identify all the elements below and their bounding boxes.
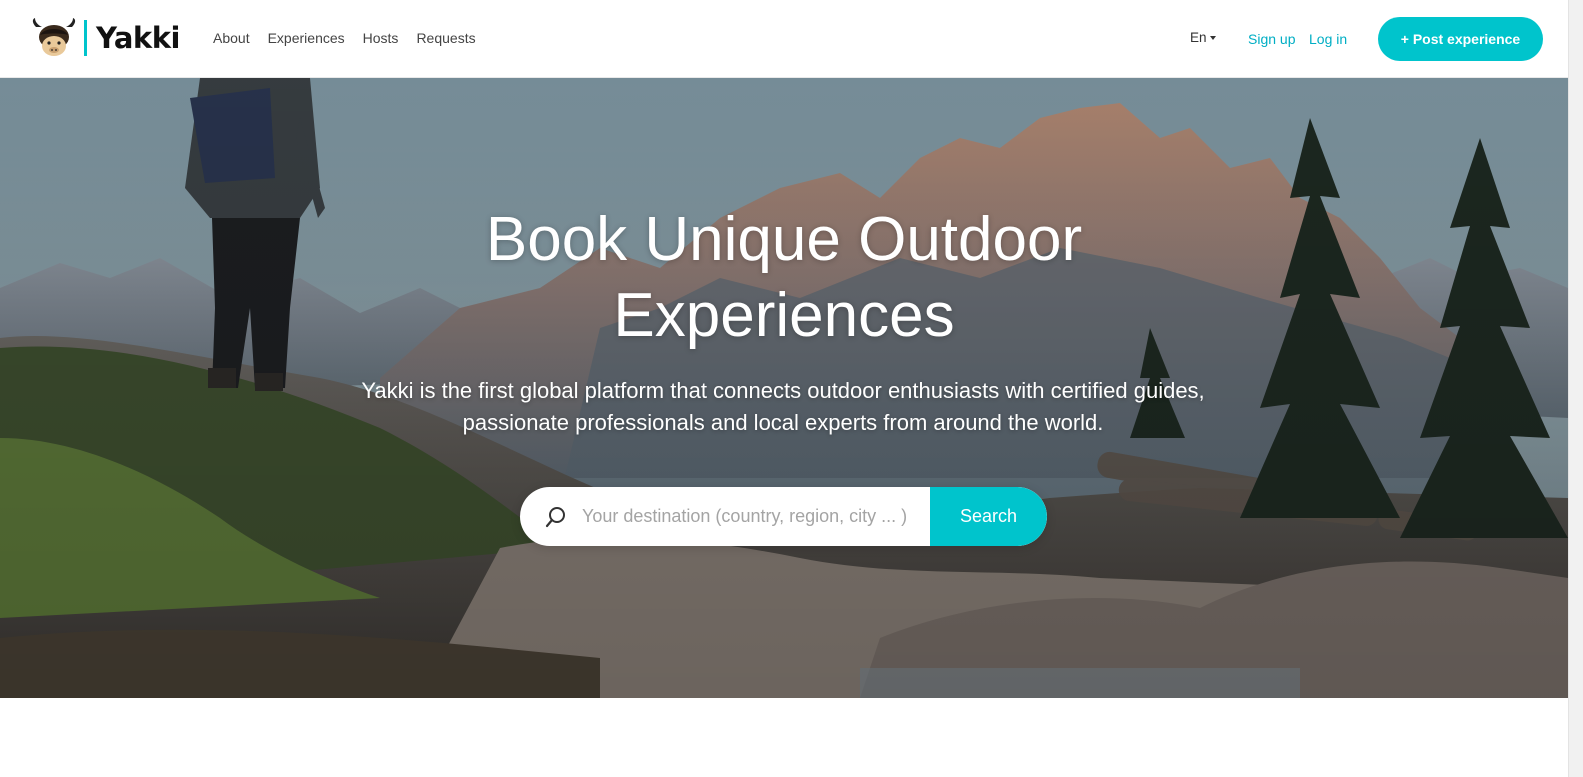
language-label: En	[1190, 30, 1207, 45]
top-navbar: Yakki About Experiences Hosts Requests E…	[0, 0, 1568, 78]
language-selector[interactable]: En	[1190, 30, 1216, 45]
main-nav: About Experiences Hosts Requests	[213, 30, 476, 46]
destination-search-input[interactable]	[582, 487, 927, 546]
nav-link-hosts[interactable]: Hosts	[363, 30, 399, 46]
search-bar: Search	[520, 487, 1047, 546]
post-experience-button[interactable]: + Post experience	[1378, 17, 1543, 61]
brand-logo[interactable]: Yakki	[30, 18, 180, 58]
brand-name: Yakki	[96, 21, 180, 55]
search-icon	[545, 507, 565, 528]
login-link[interactable]: Log in	[1309, 31, 1347, 47]
hero-title-line2: Experiences	[613, 281, 955, 350]
nav-link-about[interactable]: About	[213, 30, 250, 46]
search-button[interactable]: Search	[930, 487, 1047, 546]
caret-down-icon	[1209, 36, 1216, 41]
hero-section: Book Unique Outdoor Experiences Yakki is…	[0, 78, 1568, 698]
signup-link[interactable]: Sign up	[1248, 31, 1295, 47]
hero-title-line1: Book Unique Outdoor	[485, 205, 1083, 274]
hero-title: Book Unique Outdoor Experiences	[0, 202, 1568, 354]
logo-divider	[84, 20, 87, 56]
hero-subtitle: Yakki is the first global platform that …	[361, 378, 1205, 435]
nav-link-experiences[interactable]: Experiences	[268, 30, 345, 46]
yak-logo-icon	[32, 18, 76, 56]
nav-link-requests[interactable]: Requests	[416, 30, 475, 46]
page-scrollbar[interactable]	[1568, 0, 1583, 777]
